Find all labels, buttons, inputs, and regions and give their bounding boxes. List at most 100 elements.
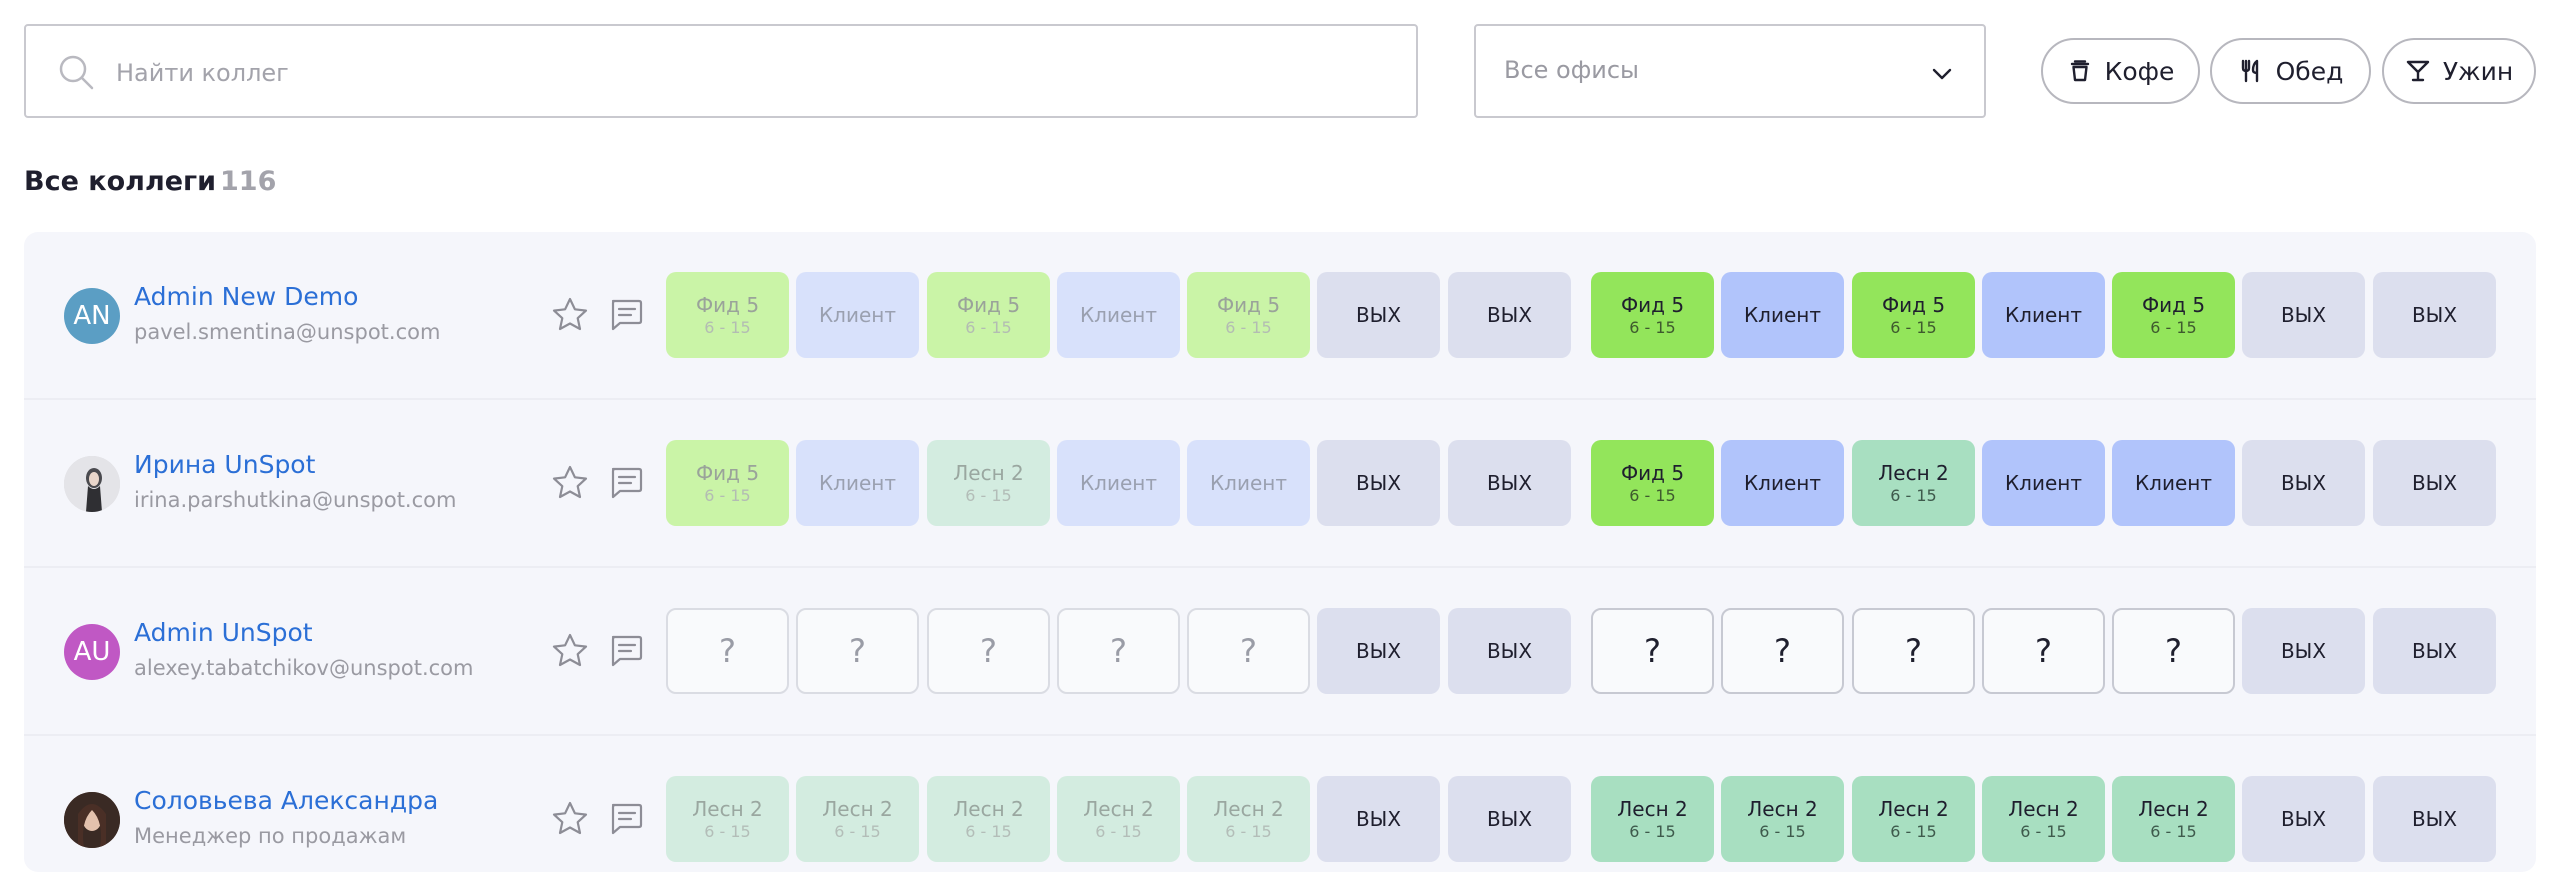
schedule-cell[interactable]: Лесн 26 - 15 (666, 776, 789, 862)
colleague-name[interactable]: Ирина UnSpot (134, 450, 315, 479)
fork-knife-icon (2241, 59, 2258, 83)
list-title: Все коллеги (24, 166, 217, 197)
colleague-row: Соловьева Александра Менеджер по продажа… (24, 736, 2536, 872)
schedule-cell[interactable]: ВЫХ (2242, 776, 2365, 862)
filter-dinner-button[interactable]: Ужин (2382, 38, 2536, 104)
filter-lunch-button[interactable]: Обед (2210, 38, 2371, 104)
schedule-cell[interactable]: ВЫХ (2373, 608, 2496, 694)
schedule-cell[interactable]: ? (2112, 608, 2235, 694)
chevron-down-icon (1932, 68, 1952, 80)
favorite-star-icon[interactable] (551, 632, 589, 670)
avatar-initials: AN (73, 301, 111, 331)
schedule-cell[interactable]: ? (1187, 608, 1310, 694)
schedule-cell[interactable]: Клиент (796, 440, 919, 526)
schedule-cell[interactable]: ? (796, 608, 919, 694)
toolbar: Все офисы Кофе Обед Ужин (0, 0, 2560, 130)
filter-coffee-button[interactable]: Кофе (2041, 38, 2200, 104)
schedule-cell[interactable]: ВЫХ (2373, 440, 2496, 526)
schedule-cell[interactable]: Фид 56 - 15 (666, 440, 789, 526)
office-select-value: Все офисы (1504, 56, 1639, 84)
schedule-cell[interactable]: Фид 56 - 15 (927, 272, 1050, 358)
schedule-cell[interactable]: ? (1057, 608, 1180, 694)
filter-lunch-label: Обед (2275, 56, 2344, 86)
avatar-photo-icon (64, 456, 120, 512)
avatar-initials: AU (73, 637, 111, 667)
avatar (64, 792, 120, 848)
schedule-cell[interactable]: Лесн 26 - 15 (1721, 776, 1844, 862)
schedule-cell[interactable]: Лесн 26 - 15 (927, 440, 1050, 526)
schedule-cell[interactable]: ВЫХ (1448, 440, 1571, 526)
schedule-cell[interactable]: Фид 56 - 15 (1591, 440, 1714, 526)
colleague-count: 116 (220, 166, 277, 197)
schedule-cell[interactable]: Лесн 26 - 15 (796, 776, 919, 862)
schedule-cell[interactable]: Фид 56 - 15 (1852, 272, 1975, 358)
avatar: AN (64, 288, 120, 344)
schedule-cell[interactable]: Клиент (1721, 440, 1844, 526)
schedule-cell[interactable]: Лесн 26 - 15 (1591, 776, 1714, 862)
message-icon[interactable] (608, 802, 644, 836)
colleague-subtitle: Менеджер по продажам (134, 824, 407, 848)
schedule-cell[interactable]: Лесн 26 - 15 (2112, 776, 2235, 862)
search-box[interactable] (24, 24, 1418, 118)
filter-coffee-label: Кофе (2104, 56, 2175, 86)
schedule-cell[interactable]: Клиент (1057, 272, 1180, 358)
schedule-cell[interactable]: Клиент (1057, 440, 1180, 526)
schedule-cell[interactable]: ? (666, 608, 789, 694)
message-icon[interactable] (608, 298, 644, 332)
colleague-subtitle: alexey.tabatchikov@unspot.com (134, 656, 474, 680)
schedule-cell[interactable]: ВЫХ (2373, 776, 2496, 862)
office-select[interactable]: Все офисы (1474, 24, 1986, 118)
schedule-cell[interactable]: Лесн 26 - 15 (1852, 440, 1975, 526)
schedule-cell[interactable]: ? (927, 608, 1050, 694)
schedule-cell[interactable]: Лесн 26 - 15 (1057, 776, 1180, 862)
schedule-cell[interactable]: Клиент (796, 272, 919, 358)
message-icon[interactable] (608, 466, 644, 500)
schedule-cell[interactable]: ВЫХ (2242, 440, 2365, 526)
schedule-cell[interactable]: ВЫХ (2242, 608, 2365, 694)
schedule-cell[interactable]: ВЫХ (1448, 776, 1571, 862)
favorite-star-icon[interactable] (551, 464, 589, 502)
schedule-cell[interactable]: ВЫХ (1317, 272, 1440, 358)
schedule-cell[interactable]: Клиент (1982, 440, 2105, 526)
colleague-name[interactable]: Admin New Demo (134, 282, 358, 311)
cocktail-glass-icon (2406, 60, 2430, 82)
avatar-photo-icon (64, 792, 120, 848)
colleague-name[interactable]: Соловьева Александра (134, 786, 438, 815)
message-icon[interactable] (608, 634, 644, 668)
colleague-subtitle: pavel.smentina@unspot.com (134, 320, 441, 344)
schedule-cell[interactable]: Лесн 26 - 15 (927, 776, 1050, 862)
favorite-star-icon[interactable] (551, 800, 589, 838)
schedule-cell[interactable]: ? (1982, 608, 2105, 694)
schedule-cell[interactable]: Лесн 26 - 15 (1852, 776, 1975, 862)
schedule-cell[interactable]: ВЫХ (1317, 608, 1440, 694)
schedule-cell[interactable]: ВЫХ (2373, 272, 2496, 358)
schedule-cell[interactable]: Фид 56 - 15 (1591, 272, 1714, 358)
schedule-cell[interactable]: Клиент (1982, 272, 2105, 358)
favorite-star-icon[interactable] (551, 296, 589, 334)
search-icon (59, 55, 94, 90)
schedule-cell[interactable]: ВЫХ (2242, 272, 2365, 358)
schedule-cell[interactable]: Лесн 26 - 15 (1982, 776, 2105, 862)
schedule-cell[interactable]: ? (1591, 608, 1714, 694)
schedule-cell[interactable]: Фид 56 - 15 (2112, 272, 2235, 358)
schedule-cell[interactable]: ВЫХ (1448, 272, 1571, 358)
schedule-cell[interactable]: ВЫХ (1317, 776, 1440, 862)
schedule-cell[interactable]: Фид 56 - 15 (666, 272, 789, 358)
schedule-cell[interactable]: ВЫХ (1448, 608, 1571, 694)
colleague-name[interactable]: Admin UnSpot (134, 618, 313, 647)
schedule-cell[interactable]: Клиент (1187, 440, 1310, 526)
avatar: AU (64, 624, 120, 680)
coffee-cup-icon (2070, 60, 2089, 82)
colleague-row: AU Admin UnSpot alexey.tabatchikov@unspo… (24, 568, 2536, 736)
schedule-cell[interactable]: Клиент (1721, 272, 1844, 358)
avatar (64, 456, 120, 512)
schedule-cell[interactable]: ? (1721, 608, 1844, 694)
schedule-cell[interactable]: ? (1852, 608, 1975, 694)
schedule-cell[interactable]: Лесн 26 - 15 (1187, 776, 1310, 862)
schedule-cell[interactable]: ВЫХ (1317, 440, 1440, 526)
filter-dinner-label: Ужин (2442, 56, 2514, 86)
colleague-subtitle: irina.parshutkina@unspot.com (134, 488, 457, 512)
schedule-cell[interactable]: Фид 56 - 15 (1187, 272, 1310, 358)
schedule-cell[interactable]: Клиент (2112, 440, 2235, 526)
search-input[interactable] (114, 44, 1398, 102)
